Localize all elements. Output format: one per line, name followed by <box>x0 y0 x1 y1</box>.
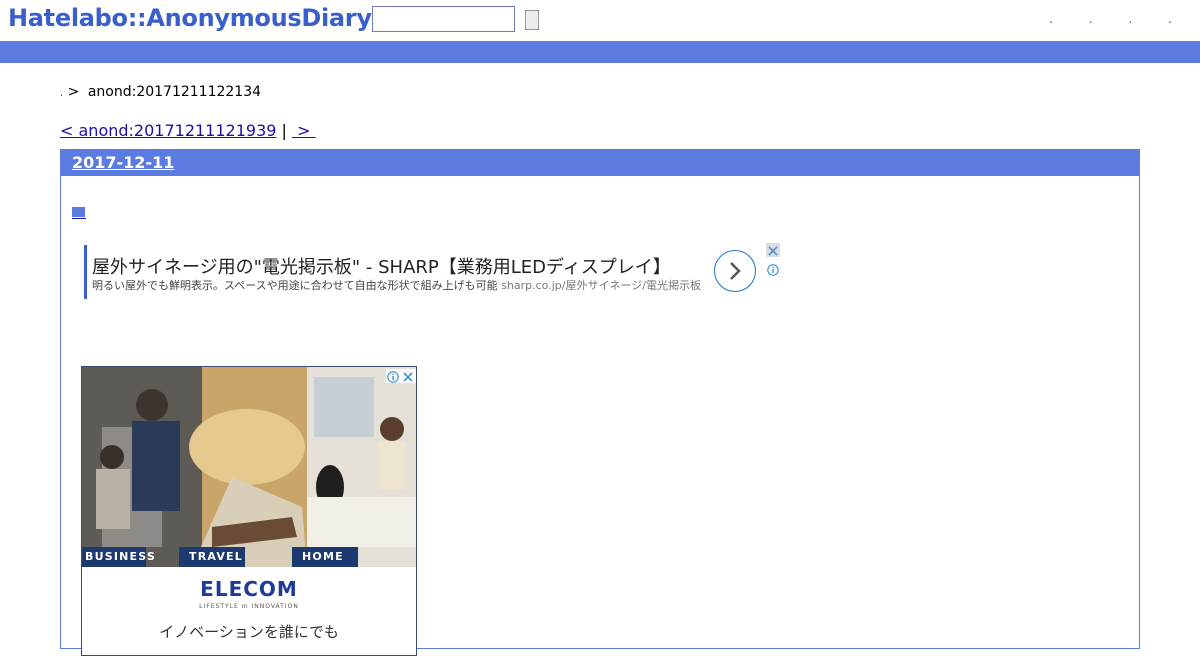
ad-description-text: 明るい屋外でも鮮明表示。スペースや用途に合わせて自由な形状で組み上げも可能 <box>92 279 498 292</box>
ad-band-business: BUSINESS <box>85 550 157 563</box>
ad-arrow-button[interactable] <box>714 250 756 292</box>
breadcrumb: . > anond:20171211122134 <box>60 84 261 100</box>
breadcrumb-current: anond:20171211122134 <box>87 84 262 100</box>
breadcrumb-separator: > <box>67 84 80 100</box>
search-input[interactable] <box>372 6 515 32</box>
image-advertisement[interactable]: BUSINESS TRAVEL HOME ELECOM LIFESTYLE m … <box>81 366 417 656</box>
prev-entry-link[interactable]: < anond:20171211121939 <box>60 121 276 140</box>
text-advertisement[interactable]: 屋外サイネージ用の"電光掲示板" - SHARP【業務用LEDディスプレイ】 明… <box>84 243 784 301</box>
ad-close-button[interactable] <box>766 243 780 257</box>
ad-description: 明るい屋外でも鮮明表示。スペースや用途に合わせて自由な形状で組み上げも可能 sh… <box>92 277 701 293</box>
header-menu-links[interactable]: . . . . <box>1049 12 1188 26</box>
ad-info-button[interactable] <box>767 261 779 276</box>
entry-permalink[interactable] <box>72 205 86 219</box>
chevron-right-icon <box>730 262 741 280</box>
header-bar <box>0 41 1200 63</box>
site-logo[interactable]: Hatelabo::AnonymousDiary <box>8 4 372 32</box>
ad-band-travel: TRAVEL <box>189 550 243 563</box>
diary-day-section: 2017-12-11 屋外サイネージ用の"電光掲示板" - SHARP【業務用L… <box>60 149 1140 656</box>
ad-catchphrase: イノベーションを誰にでも <box>159 623 339 641</box>
breadcrumb-home-link[interactable]: . <box>60 88 63 99</box>
day-date-link[interactable]: 2017-12-11 <box>72 153 174 172</box>
adchoices-badge[interactable] <box>386 369 416 383</box>
ad-brand-logo: ELECOM <box>200 577 298 601</box>
ad-band-home: HOME <box>302 550 344 563</box>
entry-pager: < anond:20171211121939 | > <box>60 121 316 140</box>
search-button[interactable] <box>525 10 539 30</box>
ad-url[interactable]: sharp.co.jp/屋外サイネージ/電光掲示板 <box>501 279 701 292</box>
day-header: 2017-12-11 <box>61 150 1139 176</box>
ad-tagline: LIFESTYLE m INNOVATION <box>199 603 299 610</box>
info-icon <box>767 264 779 276</box>
square-marker-icon <box>72 207 85 217</box>
next-entry-link[interactable]: > <box>292 121 316 140</box>
close-icon <box>768 246 778 256</box>
adchoices-icon <box>387 371 413 383</box>
ad-title[interactable]: 屋外サイネージ用の"電光掲示板" - SHARP【業務用LEDディスプレイ】 <box>92 253 671 279</box>
pager-divider: | <box>281 121 287 140</box>
ad-photo-collage <box>82 367 416 567</box>
site-header: Hatelabo::AnonymousDiary . . . . <box>0 0 1200 40</box>
